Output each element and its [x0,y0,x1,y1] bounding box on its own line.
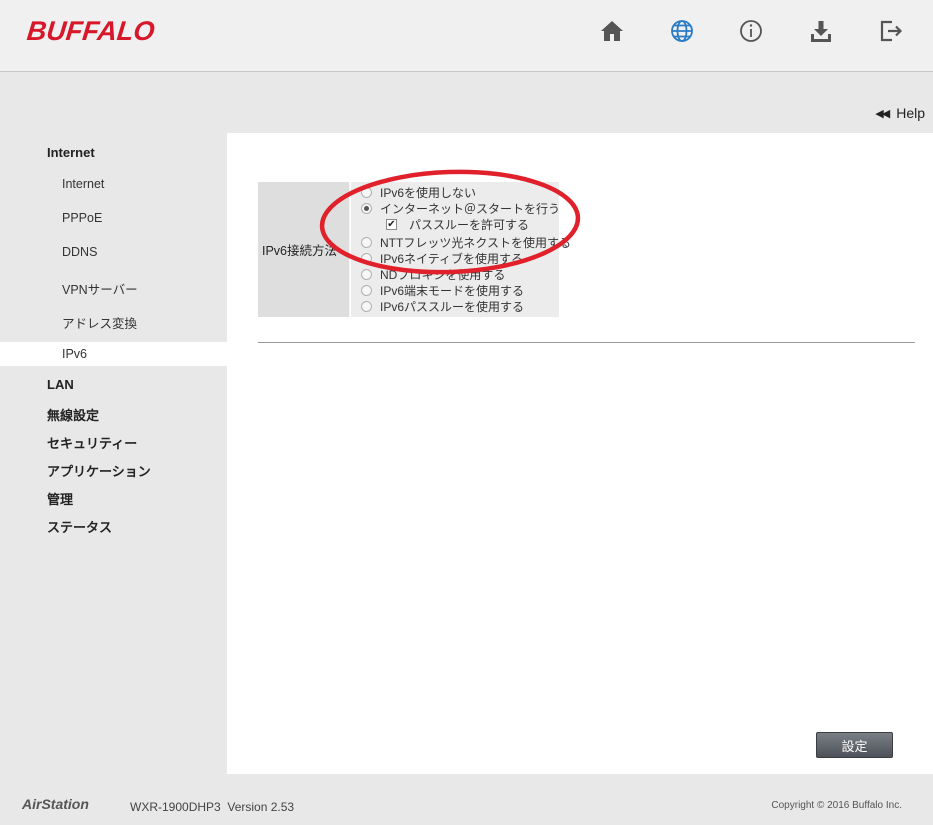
sidebar-active-highlight [0,342,227,366]
model-version: WXR-1900DHP3 Version 2.53 [130,800,295,814]
ipv6-method-options: IPv6を使用しない インターネット＠スタートを行う ✔ パススルーを許可する … [351,182,571,317]
airstation-logo: AirStation [22,796,89,812]
option-label: NTTフレッツ光ネクストを使用する [380,235,571,250]
radio-button[interactable] [361,300,372,312]
option-label: NDプロキシを使用する [380,267,506,282]
main-panel: IPv6接続方法 IPv6を使用しない インターネット＠スタートを行う ✔ パス… [227,133,933,774]
sidebar-category-status[interactable]: ステータス [47,517,112,536]
brand-logo: BUFFALO [25,16,157,46]
help-link[interactable]: ◀◀ Help [875,105,925,121]
ipv6-method-label: IPv6接続方法 [262,244,338,258]
download-icon[interactable] [808,18,834,44]
radio-button-selected[interactable] [361,202,372,214]
home-icon[interactable] [599,18,625,44]
sidebar-category-wireless[interactable]: 無線設定 [47,405,99,424]
radio-button[interactable] [361,186,372,198]
radio-ntt-flets[interactable]: NTTフレッツ光ネクストを使用する [361,234,571,250]
radio-internet-start[interactable]: インターネット＠スタートを行う [361,200,560,216]
radio-button[interactable] [361,236,372,248]
sidebar-category-lan[interactable]: LAN [47,377,74,392]
checkbox-checked[interactable]: ✔ [386,218,397,230]
radio-ipv6-terminal[interactable]: IPv6端末モードを使用する [361,282,524,298]
sidebar-item-internet[interactable]: Internet [62,177,104,191]
radio-button[interactable] [361,284,372,296]
sidebar-item-ddns[interactable]: DDNS [62,245,97,259]
globe-icon[interactable] [669,18,695,44]
info-icon[interactable] [738,18,764,44]
sidebar-category-application[interactable]: アプリケーション [47,461,151,480]
option-label: IPv6パススルーを使用する [380,299,525,314]
sidebar-category-security[interactable]: セキュリティー [47,433,137,452]
option-label: IPv6ネイティブを使用する [380,251,524,266]
radio-ipv6-disabled[interactable]: IPv6を使用しない [361,184,476,200]
help-label: Help [896,105,925,121]
ipv6-method-header: IPv6接続方法 [258,182,350,317]
apply-button[interactable]: 設定 [816,732,893,758]
radio-ipv6-native[interactable]: IPv6ネイティブを使用する [361,250,523,266]
section-divider [258,342,915,343]
option-label: インターネット＠スタートを行う [380,201,561,216]
sidebar-category-internet[interactable]: Internet [47,145,95,160]
radio-nd-proxy[interactable]: NDプロキシを使用する [361,266,505,282]
rewind-icon: ◀◀ [875,107,890,120]
ipv6-settings-table: IPv6接続方法 IPv6を使用しない インターネット＠スタートを行う ✔ パス… [258,182,571,317]
copyright: Copyright © 2016 Buffalo Inc. [771,800,902,811]
sidebar-category-admin[interactable]: 管理 [47,489,73,508]
logout-icon[interactable] [878,18,904,44]
top-header: BUFFALO [0,0,933,72]
sidebar-item-nat[interactable]: アドレス変換 [62,313,137,332]
radio-button[interactable] [361,268,372,280]
checkbox-passthrough[interactable]: ✔ パススルーを許可する [386,216,529,232]
option-label: パススルーを許可する [409,217,530,232]
radio-ipv6-passthrough[interactable]: IPv6パススルーを使用する [361,298,524,314]
sidebar-item-vpn[interactable]: VPNサーバー [62,279,138,298]
option-label: IPv6端末モードを使用する [380,283,525,298]
option-label: IPv6を使用しない [380,185,477,200]
sidebar-item-pppoe[interactable]: PPPoE [62,211,102,225]
radio-button[interactable] [361,252,372,264]
sidebar-item-ipv6[interactable]: IPv6 [62,347,87,361]
